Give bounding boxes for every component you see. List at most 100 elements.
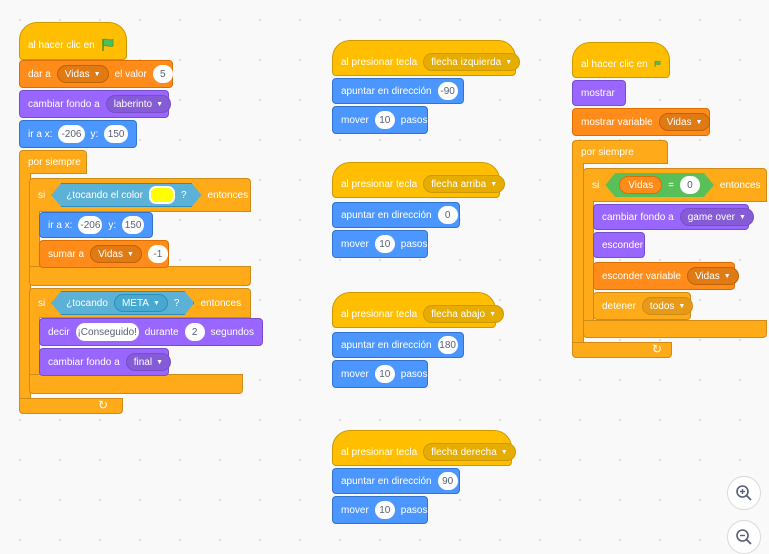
key-dropdown[interactable]: flecha derecha ▼ — [423, 443, 516, 461]
when-key-pressed-block[interactable]: al presionar tecla flecha abajo ▼ — [332, 292, 505, 328]
point-direction-block[interactable]: apuntar en dirección 90 — [332, 468, 460, 494]
move-steps-block[interactable]: mover 10 pasos — [332, 360, 428, 388]
variable-dropdown[interactable]: Vidas ▼ — [90, 245, 142, 263]
zoom-out-icon — [736, 529, 752, 545]
stop-label: detener — [602, 300, 636, 312]
zoom-in-button[interactable] — [727, 476, 761, 510]
if1-foot — [29, 266, 251, 286]
key-dropdown[interactable]: flecha abajo ▼ — [423, 305, 505, 323]
backdrop-dropdown[interactable]: game over ▼ — [679, 208, 754, 226]
direction-input[interactable]: -90 — [437, 82, 458, 100]
direction-input[interactable]: 180 — [437, 336, 458, 354]
green-flag-icon — [101, 38, 114, 51]
seconds-input[interactable]: 2 — [184, 323, 205, 341]
steps-input[interactable]: 10 — [374, 501, 395, 519]
x-input[interactable]: -206 — [78, 216, 103, 234]
when-flag-clicked-block[interactable]: al hacer clic en — [19, 22, 127, 60]
equals-condition[interactable]: Vidas = 0 — [605, 173, 714, 197]
point-direction-block[interactable]: apuntar en dirección 180 — [332, 332, 464, 358]
object-dropdown[interactable]: META ▼ — [114, 294, 168, 312]
hat-label: al presionar tecla — [341, 308, 418, 320]
when-key-pressed-block[interactable]: al presionar tecla flecha derecha ▼ — [332, 430, 516, 466]
move-steps-block[interactable]: mover 10 pasos — [332, 230, 428, 258]
key-dropdown[interactable]: flecha izquierda ▼ — [423, 53, 521, 71]
stop-block[interactable]: detener todos ▼ — [593, 292, 694, 320]
move-steps-block[interactable]: mover 10 pasos — [332, 496, 428, 524]
chevron-down-icon: ▼ — [695, 118, 703, 126]
x-input[interactable]: -206 — [58, 125, 85, 143]
if-lives-zero-block[interactable]: si Vidas = 0 entonces — [583, 168, 767, 202]
hide-label: esconder — [602, 239, 644, 251]
switch-backdrop-block-2[interactable]: cambiar fondo a final ▼ — [39, 348, 172, 376]
hide-variable-label: esconder variable — [602, 270, 681, 282]
goto-xy-block[interactable]: ir a x: -206 y: 150 — [19, 120, 137, 148]
forever-block[interactable]: por siempre — [572, 140, 668, 164]
forever-block[interactable]: por siempre — [19, 150, 87, 174]
question-mark: ? — [173, 297, 180, 309]
goto-y-label: y: — [90, 128, 99, 140]
variable-name: Vidas — [64, 68, 90, 80]
direction-input[interactable]: 90 — [437, 472, 458, 490]
show-variable-block[interactable]: mostrar variable Vidas ▼ — [572, 108, 711, 136]
steps-input[interactable]: 10 — [374, 235, 395, 253]
key-name: flecha arriba — [431, 178, 487, 190]
if-touching-block[interactable]: si ¿tocando META ▼ ? entonces — [29, 288, 251, 318]
variable-dropdown[interactable]: Vidas ▼ — [56, 65, 109, 83]
change-label: sumar a — [48, 248, 85, 260]
variable-name: Vidas — [694, 270, 720, 282]
move-label: mover — [341, 368, 369, 380]
y-input[interactable]: 150 — [122, 216, 144, 234]
hat-label: al presionar tecla — [341, 178, 418, 190]
show-block[interactable]: mostrar — [572, 80, 626, 106]
value-input[interactable]: 5 — [152, 65, 173, 83]
variable-dropdown[interactable]: Vidas ▼ — [658, 113, 711, 131]
zoom-out-button[interactable] — [727, 520, 761, 554]
chevron-down-icon: ▼ — [156, 100, 164, 108]
steps-label: pasos — [400, 368, 428, 380]
steps-label: pasos — [400, 504, 428, 516]
hide-variable-block[interactable]: esconder variable Vidas ▼ — [593, 262, 739, 290]
zoom-in-icon — [736, 485, 752, 501]
variable-dropdown[interactable]: Vidas ▼ — [686, 267, 739, 285]
change-value-input[interactable]: -1 — [147, 245, 168, 263]
y-input[interactable]: 150 — [104, 125, 128, 143]
say-for-secs-block[interactable]: decir ¡Conseguido! durante 2 segundos — [39, 318, 263, 346]
touching-object-condition[interactable]: ¿tocando META ▼ ? — [51, 291, 194, 315]
show-label: mostrar — [581, 87, 615, 99]
steps-label: pasos — [400, 238, 428, 250]
goto-xy-block-2[interactable]: ir a x: -206 y: 150 — [39, 212, 153, 238]
switch-backdrop-block[interactable]: cambiar fondo a laberinto ▼ — [19, 90, 172, 118]
steps-input[interactable]: 10 — [374, 111, 395, 129]
point-label: apuntar en dirección — [341, 475, 432, 487]
if-label: si — [592, 179, 600, 191]
point-direction-block[interactable]: apuntar en dirección -90 — [332, 78, 464, 104]
hide-block[interactable]: esconder — [593, 232, 645, 258]
move-steps-block[interactable]: mover 10 pasos — [332, 106, 428, 134]
touching-color-condition[interactable]: ¿tocando el color ? — [51, 183, 201, 207]
backdrop-label: cambiar fondo a — [602, 211, 674, 223]
stop-option: todos — [649, 300, 675, 312]
yellow-color-swatch[interactable] — [149, 186, 175, 204]
point-direction-block[interactable]: apuntar en dirección 0 — [332, 202, 460, 228]
set-variable-block[interactable]: dar a Vidas ▼ el valor 5 — [19, 60, 173, 88]
backdrop-dropdown[interactable]: final ▼ — [125, 353, 172, 371]
change-variable-block[interactable]: sumar a Vidas ▼ -1 — [39, 240, 169, 268]
say-text-input[interactable]: ¡Conseguido! — [75, 323, 139, 341]
when-key-pressed-block[interactable]: al presionar tecla flecha arriba ▼ — [332, 162, 506, 198]
compare-value-input[interactable]: 0 — [680, 176, 700, 194]
key-dropdown[interactable]: flecha arriba ▼ — [423, 175, 506, 193]
switch-backdrop-block[interactable]: cambiar fondo a game over ▼ — [593, 204, 754, 230]
steps-input[interactable]: 10 — [374, 365, 395, 383]
if-color-block[interactable]: si ¿tocando el color ? entonces — [29, 178, 251, 212]
move-label: mover — [341, 238, 369, 250]
hat-label: al presionar tecla — [341, 446, 418, 458]
chevron-down-icon: ▼ — [490, 180, 498, 188]
direction-input[interactable]: 0 — [437, 206, 458, 224]
when-key-pressed-block[interactable]: al presionar tecla flecha izquierda ▼ — [332, 40, 521, 76]
backdrop-dropdown[interactable]: laberinto ▼ — [105, 95, 172, 113]
stop-dropdown[interactable]: todos ▼ — [641, 297, 694, 315]
if-label: si — [38, 189, 46, 201]
variable-reporter[interactable]: Vidas — [619, 176, 662, 194]
steps-label: pasos — [400, 114, 428, 126]
when-flag-clicked-block[interactable]: al hacer clic en — [572, 42, 670, 78]
